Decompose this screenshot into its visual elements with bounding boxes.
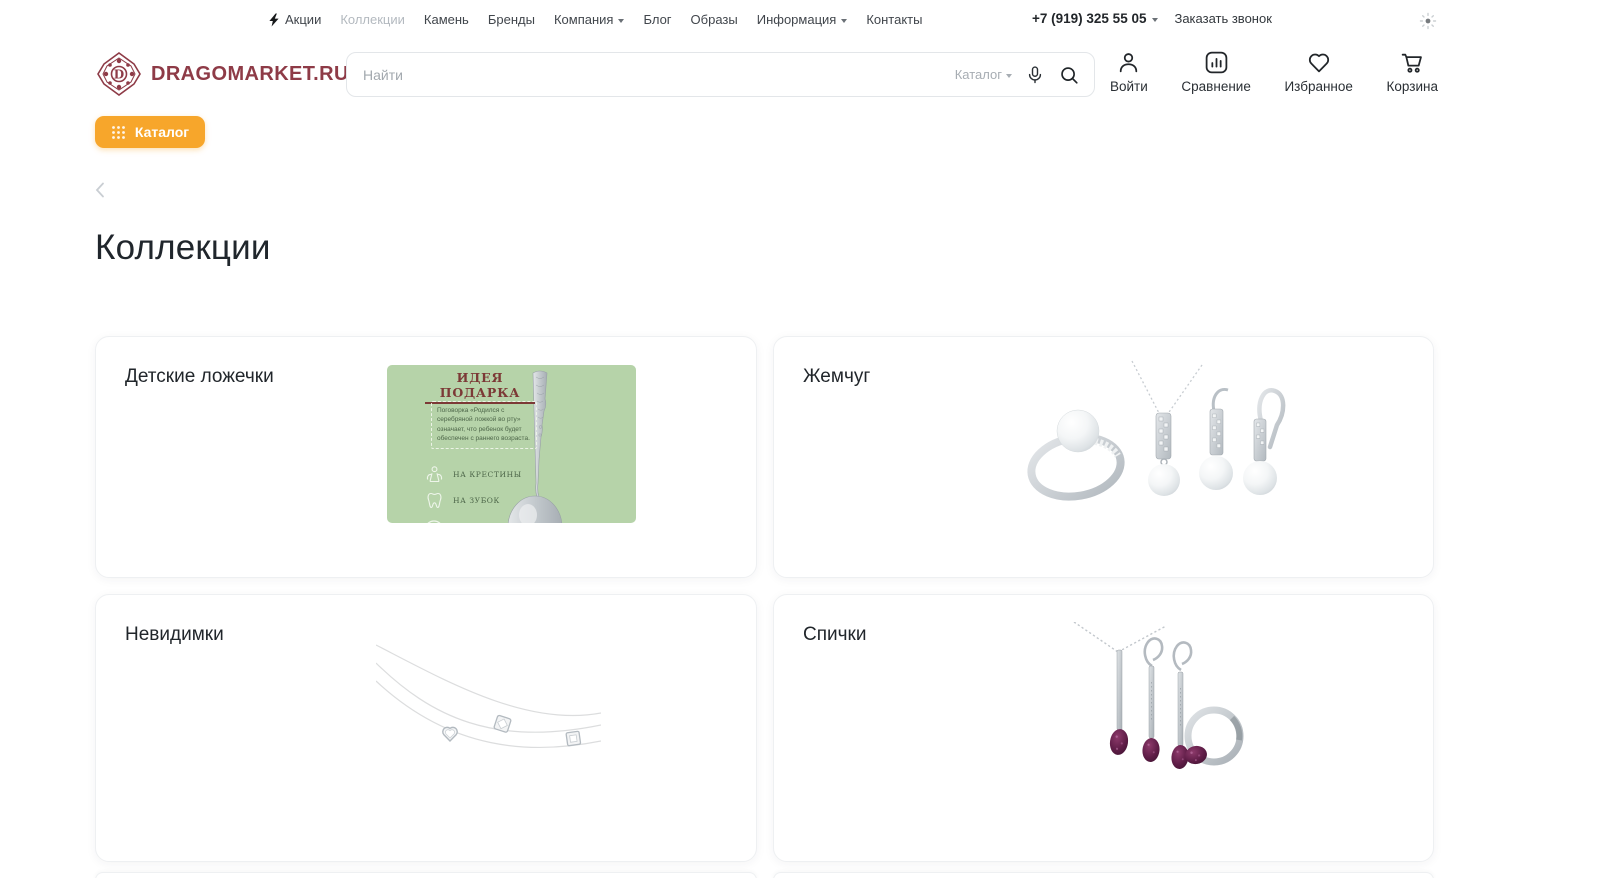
angel-icon — [425, 465, 444, 484]
cart-icon — [1399, 50, 1425, 75]
lightning-icon — [268, 13, 280, 27]
pearl-jewelry-set-image — [1014, 359, 1294, 509]
chevron-left-icon — [94, 181, 106, 199]
catalog-button[interactable]: Каталог — [95, 116, 205, 148]
invisible-necklaces-image — [376, 623, 601, 763]
logo-rosette-icon: D — [95, 50, 143, 98]
banner-list-item: НА ЗУБОК — [425, 491, 500, 510]
collection-title: Спички — [803, 624, 866, 646]
chevron-down-icon — [618, 19, 624, 23]
search-scope-dropdown[interactable]: Каталог — [955, 67, 1012, 82]
nav-item-kamen[interactable]: Камень — [424, 12, 469, 27]
back-button[interactable] — [94, 181, 106, 199]
callback-link[interactable]: Заказать звонок — [1174, 11, 1271, 26]
nav-item-kompaniya[interactable]: Компания — [554, 12, 625, 27]
header-actions: Войти Сравнение Избранное Кор — [1110, 50, 1438, 94]
collection-title: Невидимки — [125, 624, 224, 646]
banner-heading: ИДЕЯ ПОДАРКА — [425, 370, 535, 404]
login-button[interactable]: Войти — [1110, 50, 1148, 94]
user-icon — [1116, 50, 1141, 75]
nav-item-brendy[interactable]: Бренды — [488, 12, 535, 27]
topnav-contacts: +7 (919) 325 55 05 Заказать звонок — [1032, 11, 1272, 26]
svg-text:D: D — [114, 68, 124, 82]
nav-item-kontakty[interactable]: Контакты — [866, 12, 922, 27]
sun-icon — [1419, 12, 1437, 30]
theme-toggle-button[interactable] — [1418, 11, 1438, 31]
collection-title: Жемчуг — [803, 366, 870, 388]
banner-note: Поговорка «Родился с серебряной ложкой в… — [431, 401, 537, 449]
voice-search-button[interactable] — [1025, 65, 1045, 85]
compare-button[interactable]: Сравнение — [1181, 50, 1250, 94]
collection-card-invisible-necklaces[interactable]: Невидимки — [95, 594, 757, 862]
chevron-down-icon — [1006, 74, 1012, 78]
collections-page: Акции Коллекции Камень Бренды Компания Б… — [0, 0, 1606, 878]
collection-card-matches[interactable]: Спички — [773, 594, 1434, 862]
logo-text: DRAGOMARKET.RU — [151, 63, 349, 86]
cart-button[interactable]: Корзина — [1387, 50, 1438, 94]
collection-card-spoons[interactable]: Детские ложечки — [95, 336, 757, 578]
collection-title: Детские ложечки — [125, 366, 274, 388]
tooth-icon — [425, 491, 444, 510]
chevron-down-icon — [841, 19, 847, 23]
heart-icon — [1306, 50, 1332, 75]
nav-item-blog[interactable]: Блог — [643, 12, 671, 27]
nav-item-kollekcii[interactable]: Коллекции — [340, 12, 405, 27]
phone-dropdown[interactable]: +7 (919) 325 55 05 — [1032, 11, 1158, 26]
search-bar: Каталог — [346, 52, 1095, 97]
nav-item-obrazy[interactable]: Образы — [691, 12, 738, 27]
page-title: Коллекции — [95, 228, 271, 268]
search-submit-button[interactable] — [1058, 64, 1080, 86]
top-navigation: Акции Коллекции Камень Бренды Компания Б… — [268, 12, 922, 27]
site-logo[interactable]: D DRAGOMARKET.RU — [95, 50, 349, 98]
favorites-button[interactable]: Избранное — [1284, 50, 1352, 94]
search-input[interactable] — [347, 67, 955, 83]
collection-card-pearls[interactable]: Жемчуг — [773, 336, 1434, 578]
nav-item-akcii[interactable]: Акции — [268, 12, 321, 27]
banner-list-item: НА КРЕСТИНЫ — [425, 465, 522, 484]
search-icon — [1058, 64, 1080, 86]
collection-card-partial — [95, 872, 757, 878]
compare-chart-icon — [1204, 50, 1229, 75]
microphone-icon — [1025, 65, 1045, 85]
match-jewelry-set-image — [1062, 622, 1247, 780]
collection-card-partial — [773, 872, 1434, 878]
gift-idea-banner-image: ИДЕЯ ПОДАРКА Поговорка «Родился с серебр… — [387, 365, 636, 523]
nav-item-informaciya[interactable]: Информация — [757, 12, 848, 27]
grid-dots-icon — [111, 125, 126, 140]
collections-grid: Детские ложечки — [95, 336, 1434, 878]
chevron-down-icon — [1152, 18, 1158, 22]
